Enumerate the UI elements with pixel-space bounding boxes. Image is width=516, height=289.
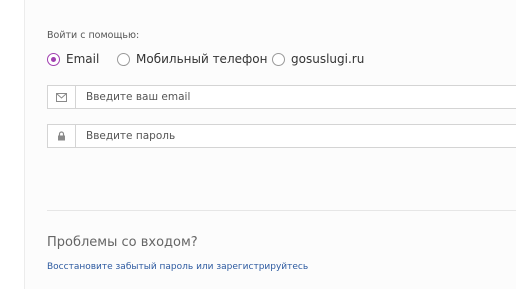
- password-field-group: [47, 124, 516, 148]
- radio-email-indicator[interactable]: [47, 52, 60, 66]
- left-gutter: [0, 0, 25, 289]
- radio-email[interactable]: Email: [47, 51, 99, 67]
- radio-gosuslugi-indicator[interactable]: [272, 52, 285, 66]
- radio-phone[interactable]: Мобильный телефон: [117, 51, 267, 67]
- login-panel: Войти с помощью: Email Мобильный телефон…: [25, 0, 516, 289]
- section-divider: [47, 210, 516, 211]
- radio-gosuslugi-label[interactable]: gosuslugi.ru: [291, 52, 364, 66]
- radio-email-label[interactable]: Email: [66, 52, 99, 66]
- lock-icon: [48, 125, 76, 147]
- password-input[interactable]: [76, 125, 516, 147]
- login-problems-title: Проблемы со входом?: [47, 235, 198, 250]
- radio-gosuslugi[interactable]: gosuslugi.ru: [272, 51, 364, 67]
- restore-password-link[interactable]: Восстановите забытый пароль или зарегист…: [47, 262, 308, 272]
- login-method-heading: Войти с помощью:: [47, 30, 140, 41]
- radio-phone-indicator[interactable]: [117, 52, 130, 66]
- radio-phone-label[interactable]: Мобильный телефон: [136, 52, 267, 66]
- email-field-group: [47, 85, 516, 109]
- envelope-icon: [48, 86, 76, 108]
- email-input[interactable]: [76, 86, 516, 108]
